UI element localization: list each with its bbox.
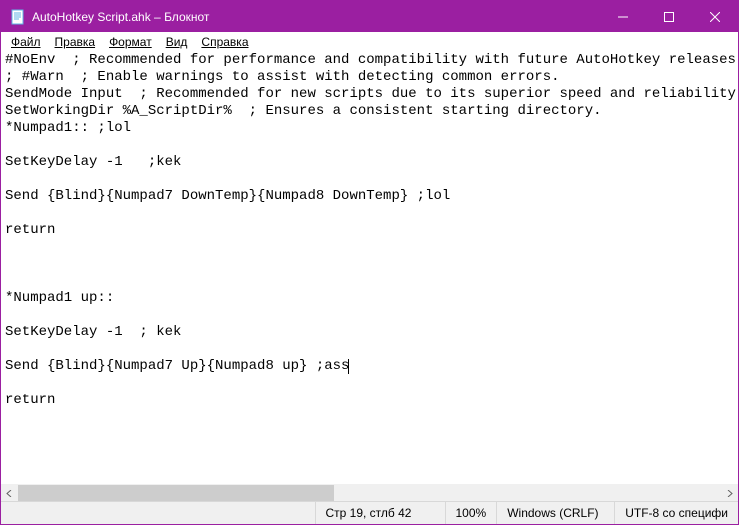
window-title: AutoHotkey Script.ahk – Блокнот (32, 10, 600, 24)
horizontal-scrollbar[interactable] (1, 484, 738, 501)
minimize-button[interactable] (600, 1, 646, 32)
window-controls (600, 1, 738, 32)
scroll-left-button[interactable] (1, 485, 18, 502)
maximize-button[interactable] (646, 1, 692, 32)
statusbar: Стр 19, стлб 42 100% Windows (CRLF) UTF-… (1, 501, 738, 524)
editor-content[interactable]: #NoEnv ; Recommended for performance and… (1, 52, 738, 426)
menubar: Файл Правка Формат Вид Справка (1, 32, 738, 52)
text-editor[interactable]: #NoEnv ; Recommended for performance and… (1, 52, 738, 484)
status-position: Стр 19, стлб 42 (316, 502, 446, 524)
status-encoding: UTF-8 со специфи (615, 502, 738, 524)
notepad-icon (10, 9, 26, 25)
titlebar[interactable]: AutoHotkey Script.ahk – Блокнот (1, 1, 738, 32)
menu-view[interactable]: Вид (159, 34, 195, 50)
close-button[interactable] (692, 1, 738, 32)
status-line-ending: Windows (CRLF) (497, 502, 615, 524)
menu-help[interactable]: Справка (194, 34, 255, 50)
scroll-right-button[interactable] (721, 485, 738, 502)
scroll-thumb[interactable] (18, 485, 334, 501)
menu-format[interactable]: Формат (102, 34, 159, 50)
status-spacer (1, 502, 316, 524)
menu-file[interactable]: Файл (4, 34, 48, 50)
notepad-window: AutoHotkey Script.ahk – Блокнот Файл Пра… (0, 0, 739, 525)
scroll-track[interactable] (18, 485, 721, 501)
status-zoom: 100% (446, 502, 498, 524)
menu-edit[interactable]: Правка (48, 34, 103, 50)
